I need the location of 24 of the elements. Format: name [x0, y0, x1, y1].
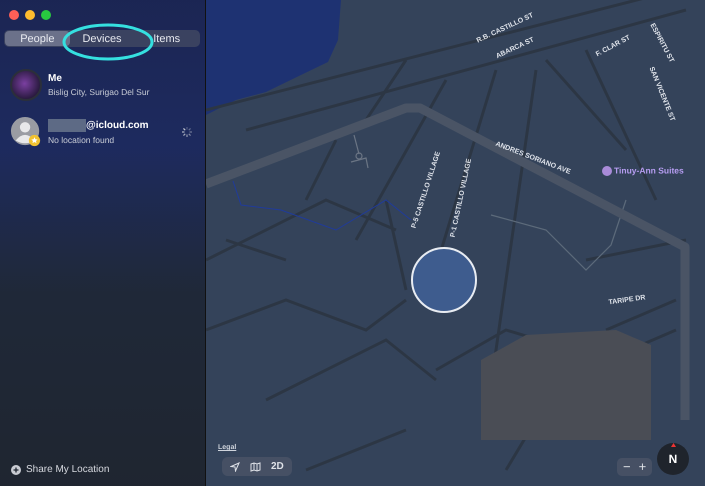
place-label: Tinuy-Ann Suites: [614, 165, 684, 176]
person-silhouette-icon: [10, 116, 42, 148]
segment-tab[interactable]: People: [5, 31, 70, 46]
zoom-out-button[interactable]: −: [623, 460, 631, 474]
map-mode-button[interactable]: 2D: [271, 461, 284, 472]
trail-marker-icon: [350, 134, 369, 169]
person-location: Bislig City, Surigao Del Sur: [48, 87, 150, 97]
location-arrow-icon[interactable]: [230, 462, 240, 472]
zoom-in-button[interactable]: +: [638, 460, 646, 474]
avatar-photo: [10, 69, 42, 101]
map-icon[interactable]: [250, 462, 261, 472]
segment-tab[interactable]: Items: [134, 31, 200, 46]
share-location-button[interactable]: Share My Location: [11, 464, 110, 475]
person-location: No location found: [48, 135, 116, 145]
plus-circle-icon: [11, 464, 21, 474]
redacted-block: [48, 119, 86, 132]
person-name: @icloud.com: [86, 120, 149, 131]
compass-button[interactable]: N: [657, 443, 689, 475]
north-marker-icon: [671, 443, 676, 447]
person-name: Me: [48, 73, 62, 84]
location-radius: [411, 247, 477, 313]
zoom-button[interactable]: [41, 10, 51, 20]
close-button[interactable]: [9, 10, 19, 20]
minimize-button[interactable]: [25, 10, 35, 20]
